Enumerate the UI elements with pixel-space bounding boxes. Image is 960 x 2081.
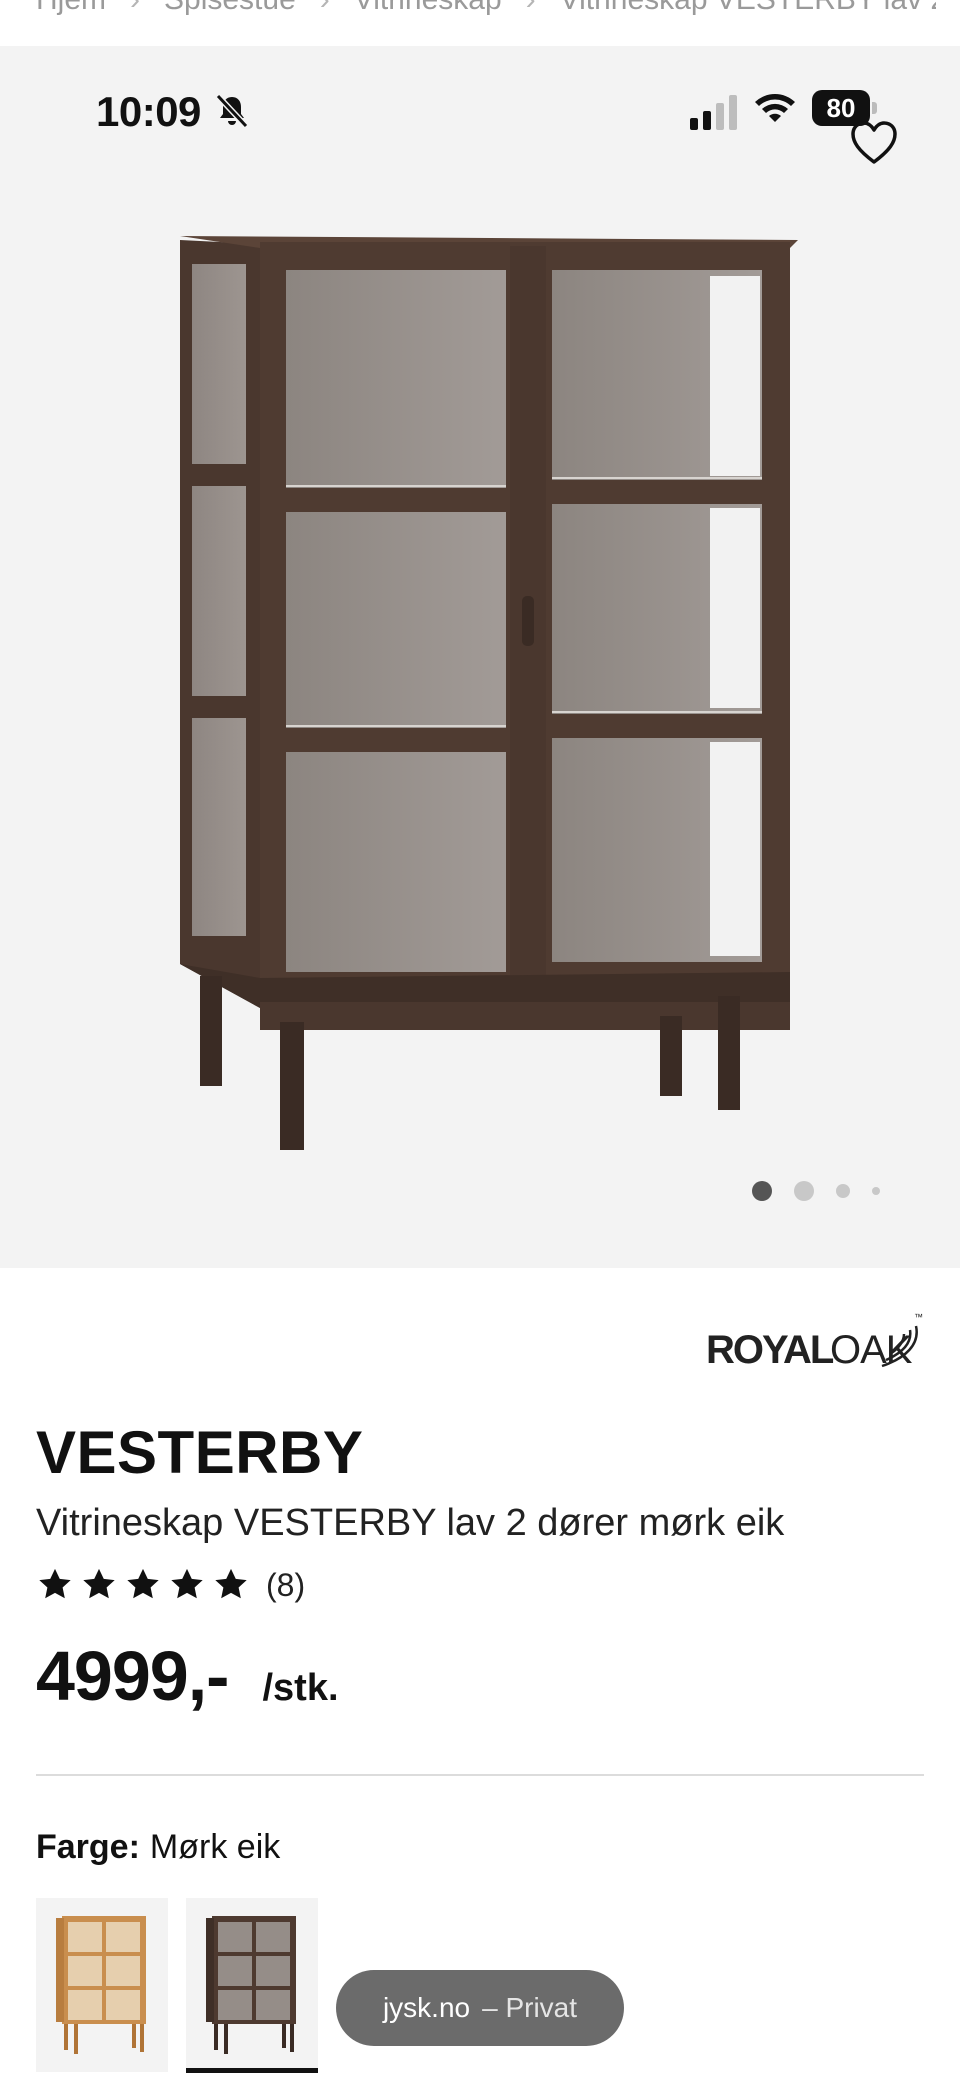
- breadcrumb-separator: ›: [526, 0, 536, 17]
- gallery-dot[interactable]: [794, 1181, 814, 1201]
- wifi-icon: [755, 94, 795, 122]
- brand-swirl-icon: ™: [881, 1312, 923, 1368]
- divider: [36, 1774, 924, 1776]
- battery-tip: [872, 102, 877, 114]
- browser-domain: jysk.no: [382, 1992, 471, 2023]
- star-icon: [215, 1568, 247, 1599]
- rating-stars: [36, 1566, 250, 1604]
- product-image: [180, 236, 798, 1150]
- status-time: 10:09: [96, 88, 201, 135]
- breadcrumb-item-home[interactable]: Hjem: [36, 0, 106, 17]
- brand-logo[interactable]: ROYAL OAK ™: [704, 1308, 928, 1378]
- selected-swatch-indicator: [186, 2068, 318, 2073]
- breadcrumb-separator: ›: [320, 0, 330, 17]
- status-bar: 10:09 80: [0, 46, 960, 138]
- star-icon: [171, 1568, 203, 1599]
- breadcrumb-item-category[interactable]: Vitrineskap: [354, 0, 502, 17]
- breadcrumb: Hjem › Spisestue › Vitrineskap › Vitrine…: [36, 0, 936, 18]
- breadcrumb-item-dining[interactable]: Spisestue: [164, 0, 296, 17]
- star-icon: [39, 1568, 71, 1599]
- dark-oak-cabinet-thumbnail: [206, 1916, 296, 2054]
- bell-slash-icon: [215, 93, 249, 129]
- gallery-pagination: [752, 1176, 880, 1206]
- gallery-dot[interactable]: [872, 1187, 880, 1195]
- color-swatch-oak[interactable]: [36, 1898, 168, 2072]
- light-oak-cabinet-thumbnail: [56, 1916, 146, 2054]
- cellular-signal-icon: [690, 95, 737, 130]
- price-unit: /stk.: [262, 1667, 339, 1709]
- gallery-dot[interactable]: [752, 1181, 772, 1201]
- brand-tm: ™: [914, 1312, 923, 1322]
- product-title: VESTERBY: [36, 1419, 364, 1486]
- brand-logo-royal: ROYAL: [706, 1328, 834, 1372]
- breadcrumb-separator: ›: [130, 0, 140, 17]
- browser-private-mode: – Privat: [482, 1992, 578, 2023]
- color-label: Farge:: [36, 1828, 140, 1866]
- product-rating[interactable]: (8): [36, 1566, 305, 1604]
- price-row: 4999,- /stk.: [36, 1636, 339, 1716]
- favorite-heart-icon[interactable]: [848, 118, 900, 170]
- product-gallery[interactable]: 10:09 80: [0, 46, 960, 1268]
- color-selector-label: Farge: Mørk eik: [36, 1828, 280, 1867]
- review-count[interactable]: (8): [266, 1567, 305, 1604]
- color-value: Mørk eik: [149, 1828, 281, 1866]
- product-description: Vitrineskap VESTERBY lav 2 dører mørk ei…: [36, 1502, 785, 1544]
- gallery-dot[interactable]: [836, 1184, 850, 1198]
- breadcrumb-item-current: Vitrineskap VESTERBY lav 2: [560, 0, 936, 17]
- star-icon: [83, 1568, 115, 1599]
- color-swatch-dark-oak[interactable]: [186, 1898, 318, 2072]
- product-price: 4999,-: [36, 1637, 229, 1715]
- browser-url-pill[interactable]: jysk.no – Privat: [336, 1970, 624, 2046]
- star-icon: [127, 1568, 159, 1599]
- product-page: Hjem › Spisestue › Vitrineskap › Vitrine…: [0, 0, 960, 2081]
